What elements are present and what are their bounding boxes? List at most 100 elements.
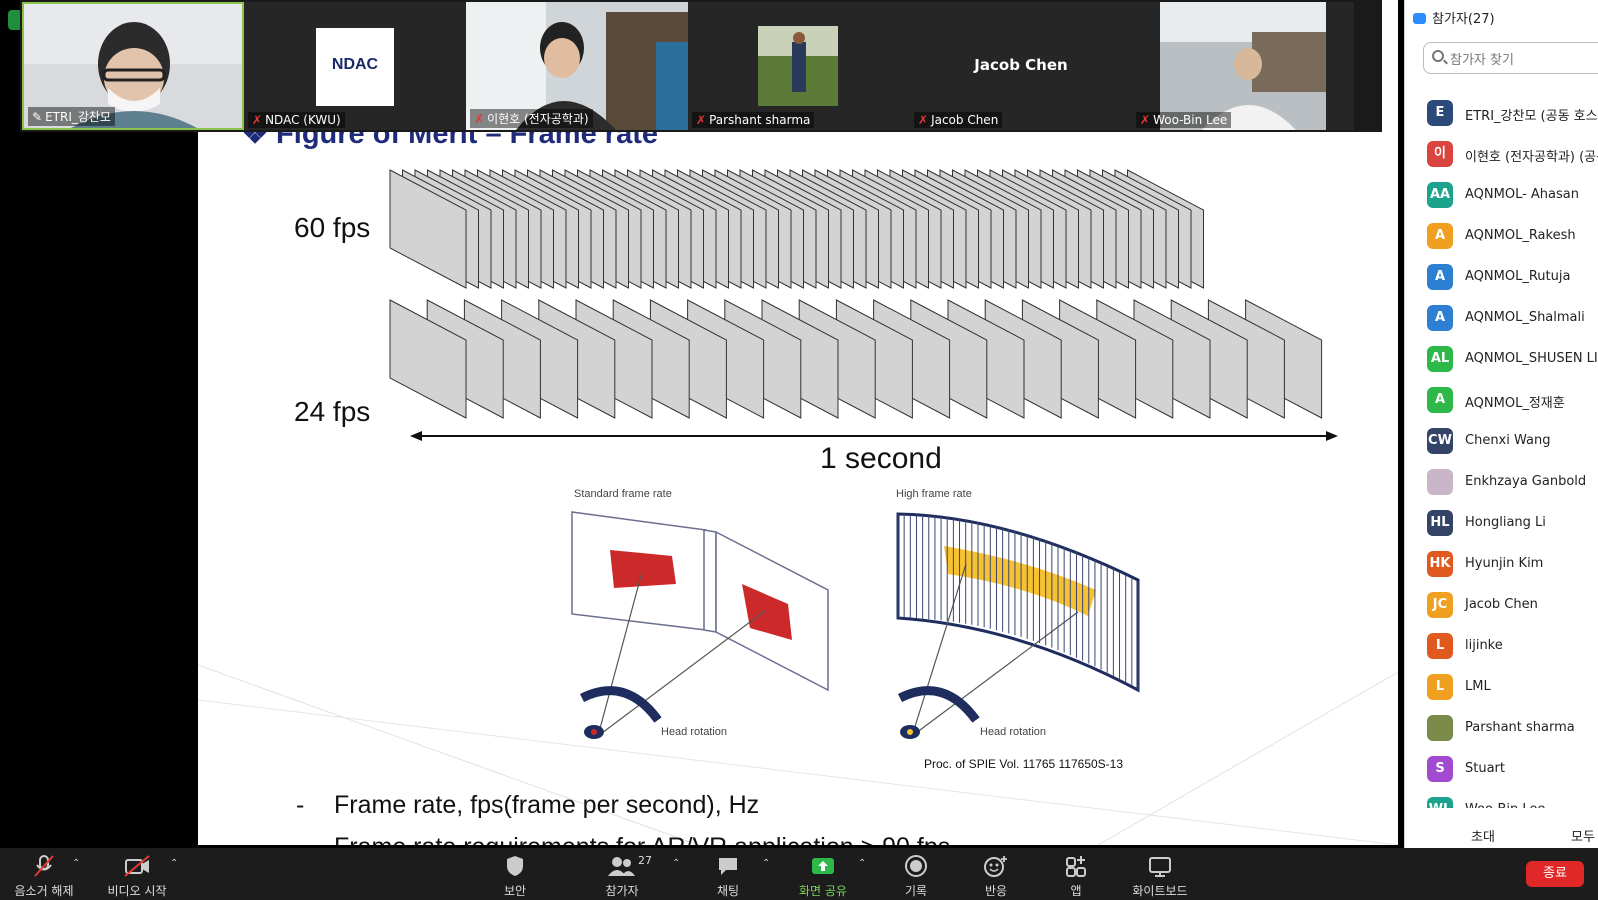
participant-name: LML — [1465, 679, 1491, 694]
participant-row[interactable]: A AQNMOL_Rakesh — [1405, 215, 1598, 256]
participant-row[interactable]: HK Hyunjin Kim — [1405, 543, 1598, 584]
avatar: A — [1427, 223, 1453, 249]
tile-name-label: ✗ Jacob Chen — [914, 112, 1003, 128]
participants-header: 참가자(27) — [1413, 8, 1495, 27]
participant-search-input[interactable]: 참가자 찾기 — [1423, 42, 1598, 74]
participant-row[interactable]: Enkhzaya Ganbold — [1405, 461, 1598, 502]
muted-mic-icon: ✗ — [252, 113, 263, 127]
participant-row[interactable]: WL Woo-Bin Lee — [1405, 789, 1598, 808]
participant-name: Chenxi Wang — [1465, 433, 1551, 448]
caption-head-rotation-1: Head rotation — [661, 726, 728, 738]
participant-row[interactable]: AL AQNMOL_SHUSEN LIN — [1405, 338, 1598, 379]
participant-name: AQNMOL_Shalmali — [1465, 310, 1585, 325]
video-tile-jacob[interactable]: Jacob Chen ✗ Jacob Chen — [910, 2, 1132, 130]
tile-name-label: ✗ NDAC (KWU) — [248, 112, 345, 128]
chat-icon — [719, 858, 737, 875]
standard-frame-rate-diagram — [571, 511, 829, 739]
participant-row[interactable]: CW Chenxi Wang — [1405, 420, 1598, 461]
participant-name: Hyunjin Kim — [1465, 556, 1544, 571]
participant-name: Jacob Chen — [1465, 597, 1538, 612]
avatar: A — [1427, 264, 1453, 290]
participant-photo — [758, 26, 838, 106]
avatar: JC — [1427, 592, 1453, 618]
participant-row[interactable]: A AQNMOL_정재훈 — [1405, 379, 1598, 420]
share-screen-icon — [812, 858, 834, 874]
participant-row[interactable]: Llijinke — [1405, 625, 1598, 666]
participant-name: AQNMOL_SHUSEN LIN — [1465, 351, 1598, 366]
avatar: A — [1427, 387, 1453, 413]
people-icon — [608, 857, 635, 876]
participant-row[interactable]: A AQNMOL_Rutuja — [1405, 256, 1598, 297]
zoom-camera-icon — [1413, 13, 1426, 24]
participant-row[interactable]: Parshant sharma — [1405, 707, 1598, 748]
invite-button[interactable]: 초대 — [1471, 826, 1495, 845]
security-button[interactable]: 보안 — [492, 848, 538, 900]
unmute-button[interactable]: 음소거 해제 — [8, 848, 80, 900]
video-tile-woo-bin[interactable]: ✗ Woo-Bin Lee — [1132, 2, 1354, 130]
label-1-second: 1 second — [820, 442, 942, 475]
record-button[interactable]: 기록 — [896, 848, 936, 900]
caption-head-rotation-2: Head rotation — [980, 726, 1047, 738]
participant-row[interactable]: S Stuart — [1405, 748, 1598, 789]
whiteboard-button[interactable]: 화이트보드 — [1126, 848, 1194, 900]
participants-options-caret[interactable]: ⌃ — [672, 858, 680, 869]
shield-indicator-icon — [8, 10, 20, 30]
tile-center-name: Jacob Chen — [974, 56, 1068, 74]
muted-mic-icon: ✗ — [696, 113, 707, 127]
participant-row[interactable]: AA AQNMOL- Ahasan — [1405, 174, 1598, 215]
apps-icon — [1066, 856, 1086, 877]
apps-button[interactable]: 앱 — [1058, 848, 1094, 900]
participant-name: AQNMOL_Rakesh — [1465, 228, 1576, 243]
whiteboard-icon — [1149, 857, 1171, 877]
participant-name: Parshant sharma — [1465, 720, 1575, 735]
muted-mic-icon: ✗ — [918, 113, 929, 127]
avatar: L — [1427, 633, 1453, 659]
participant-name: lijinke — [1465, 638, 1503, 653]
record-icon — [905, 855, 927, 877]
video-tile-lee-hyunho[interactable]: ✗ 이현호 (전자공학과) — [466, 2, 688, 130]
avatar: S — [1427, 756, 1453, 782]
participant-row[interactable]: HL Hongliang Li — [1405, 502, 1598, 543]
video-tile-etri[interactable]: ✎ ETRI_강찬모 — [22, 2, 244, 130]
participant-video — [1160, 2, 1326, 130]
participants-panel: 참가자(27) 참가자 찾기 E ETRI_강찬모 (공동 호스트, 나) 이 이현호… — [1404, 0, 1598, 862]
chat-button[interactable]: 채팅 — [706, 848, 750, 900]
start-video-button[interactable]: 비디오 시작 — [100, 848, 174, 900]
avatar: A — [1427, 305, 1453, 331]
tile-name-label: ✗ 이현호 (전자공학과) — [470, 109, 593, 128]
shield-icon — [507, 856, 523, 876]
bullet-dash: - — [296, 791, 305, 819]
participant-list[interactable]: E ETRI_강찬모 (공동 호스트, 나) 이 이현호 (전자공학과) (공동 호스… — [1405, 92, 1598, 808]
participant-row[interactable]: L LML — [1405, 666, 1598, 707]
avatar: 이 — [1427, 141, 1453, 167]
video-tile-ndac[interactable]: NDAC ✗ NDAC (KWU) — [244, 2, 466, 130]
participant-name: AQNMOL_Rutuja — [1465, 269, 1571, 284]
avatar: HL — [1427, 510, 1453, 536]
participant-name: AQNMOL_정재훈 — [1465, 396, 1565, 411]
avatar: AL — [1427, 346, 1453, 372]
tile-name-label: ✎ ETRI_강찬모 — [28, 107, 115, 126]
participant-name: Enkhzaya Ganbold — [1465, 474, 1587, 489]
participant-row[interactable]: A AQNMOL_Shalmali — [1405, 297, 1598, 338]
search-icon — [1432, 50, 1444, 62]
participant-row[interactable]: JC Jacob Chen — [1405, 584, 1598, 625]
muted-mic-icon — [34, 855, 54, 877]
video-tile-parshant[interactable]: ✗ Parshant sharma — [688, 2, 910, 130]
chat-options-caret[interactable]: ⌃ — [762, 858, 770, 869]
share-options-caret[interactable]: ⌃ — [858, 858, 866, 869]
muted-mic-icon: ✗ — [474, 112, 485, 126]
audio-options-caret[interactable]: ⌃ — [72, 858, 80, 869]
participant-row[interactable]: 이 이현호 (전자공학과) (공동 호스트) — [1405, 133, 1598, 174]
tile-name-label: ✗ Woo-Bin Lee — [1136, 112, 1232, 128]
participant-name: ETRI_강찬모 (공동 호스트, 나) — [1465, 109, 1598, 124]
video-options-caret[interactable]: ⌃ — [170, 858, 178, 869]
participant-name: 이현호 (전자공학과) (공동 호스트) — [1465, 150, 1598, 165]
participant-row[interactable]: E ETRI_강찬모 (공동 호스트, 나) — [1405, 92, 1598, 133]
share-screen-button[interactable]: 화면 공유 — [792, 848, 854, 900]
avatar: E — [1427, 100, 1453, 126]
bullet-requirements: Frame rate requirements for AR/VR applic… — [334, 833, 950, 845]
reactions-button[interactable]: 반응 — [976, 848, 1016, 900]
end-meeting-button[interactable]: 종료 — [1526, 861, 1584, 887]
caption-high-frame-rate: High frame rate — [896, 488, 972, 500]
participant-name: AQNMOL- Ahasan — [1465, 187, 1579, 202]
